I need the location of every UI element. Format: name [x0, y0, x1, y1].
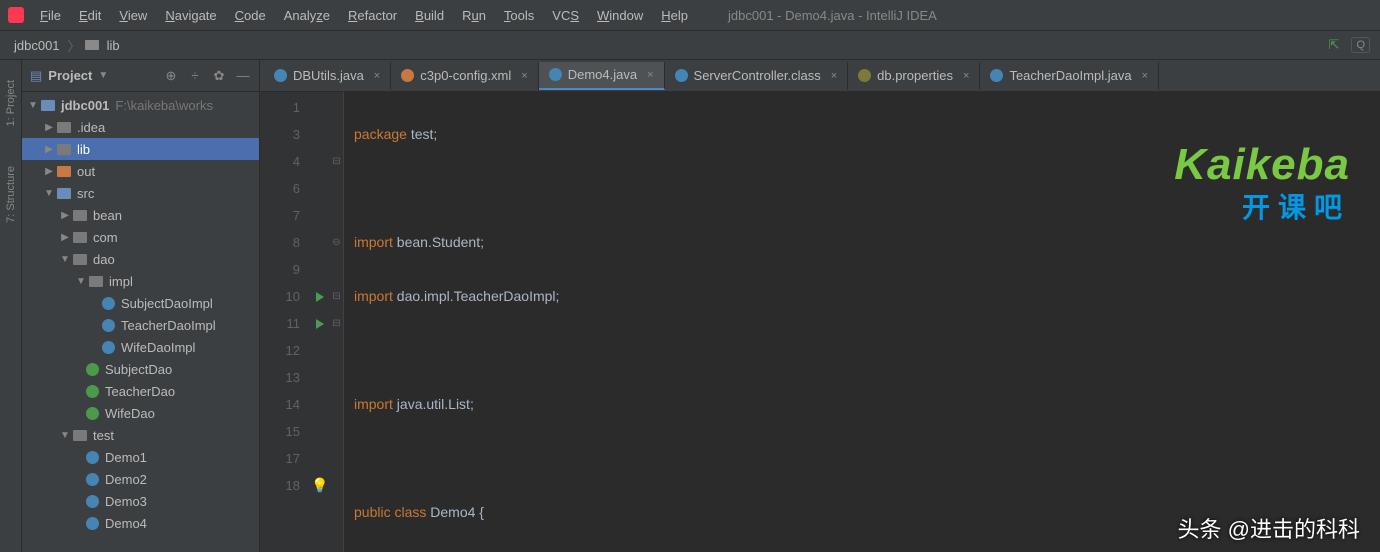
java-icon [990, 69, 1003, 82]
tree-root[interactable]: ▼jdbc001F:\kaikeba\works [22, 94, 259, 116]
menu-refactor[interactable]: Refactor [340, 4, 405, 27]
tree-wifedaoimpl[interactable]: WifeDaoImpl [22, 336, 259, 358]
hide-icon[interactable]: — [235, 68, 251, 84]
tree-impl[interactable]: ▼impl [22, 270, 259, 292]
tree-subjectdao[interactable]: SubjectDao [22, 358, 259, 380]
menu-navigate[interactable]: Navigate [157, 4, 224, 27]
locate-icon[interactable]: ⇱ [1329, 37, 1340, 53]
project-icon: ▤ [30, 68, 42, 84]
close-icon[interactable]: × [374, 70, 380, 82]
editor-area: DBUtils.java× c3p0-config.xml× Demo4.jav… [260, 60, 1380, 552]
tab-teacherdaoimpl[interactable]: TeacherDaoImpl.java× [980, 62, 1159, 90]
java-icon [274, 69, 287, 82]
code-view[interactable]: package test; import bean.Student; impor… [344, 92, 1380, 552]
tool-rail: 1: Project 7: Structure [0, 60, 22, 552]
tab-c3p0[interactable]: c3p0-config.xml× [391, 62, 538, 90]
java-icon [549, 68, 562, 81]
menu-code[interactable]: Code [227, 4, 274, 27]
menu-vcs[interactable]: VCS [544, 4, 587, 27]
sidebar-title[interactable]: Project [48, 68, 92, 83]
rail-structure[interactable]: 7: Structure [5, 166, 17, 223]
class-icon [675, 69, 688, 82]
menu-view[interactable]: View [111, 4, 155, 27]
tree-bean[interactable]: ▶bean [22, 204, 259, 226]
line-gutter: 13467891011121314151718 [260, 92, 310, 552]
menu-analyze[interactable]: Analyze [276, 4, 338, 27]
breadcrumb-sub[interactable]: lib [103, 38, 124, 53]
tree-demo3[interactable]: Demo3 [22, 490, 259, 512]
tree-com[interactable]: ▶com [22, 226, 259, 248]
sidebar-header: ▤ Project ▼ ⊕ ÷ ✿ — [22, 60, 259, 92]
rail-project[interactable]: 1: Project [5, 80, 17, 126]
chevron-down-icon[interactable]: ▼ [98, 70, 108, 81]
xml-icon [401, 69, 414, 82]
tree-dao[interactable]: ▼dao [22, 248, 259, 270]
menu-build[interactable]: Build [407, 4, 452, 27]
menu-file[interactable]: File [32, 4, 69, 27]
run-icon[interactable] [310, 310, 330, 337]
app-icon [8, 7, 24, 23]
tab-servercontroller[interactable]: ServerController.class× [665, 62, 849, 90]
close-icon[interactable]: × [831, 70, 837, 82]
menu-bar: File Edit View Navigate Code Analyze Ref… [0, 0, 1380, 30]
tree-wifedao[interactable]: WifeDao [22, 402, 259, 424]
tree-subjectdaoimpl[interactable]: SubjectDaoImpl [22, 292, 259, 314]
search-icon[interactable]: Q [1351, 37, 1370, 53]
breadcrumb-root[interactable]: jdbc001 [10, 38, 64, 53]
run-gutter: 💡 [310, 92, 330, 552]
tree-teacherdaoimpl[interactable]: TeacherDaoImpl [22, 314, 259, 336]
run-icon[interactable] [310, 283, 330, 310]
breadcrumb-sep: 〉 [64, 36, 85, 55]
tree-src[interactable]: ▼src [22, 182, 259, 204]
project-tree: ▼jdbc001F:\kaikeba\works ▶.idea ▶lib ▶ou… [22, 92, 259, 552]
props-icon [858, 69, 871, 82]
tab-dbutils[interactable]: DBUtils.java× [264, 62, 391, 90]
menu-window[interactable]: Window [589, 4, 651, 27]
crosshair-icon[interactable]: ⊕ [163, 68, 179, 84]
folder-icon [85, 40, 99, 50]
tree-teacherdao[interactable]: TeacherDao [22, 380, 259, 402]
tab-demo4[interactable]: Demo4.java× [539, 62, 665, 90]
tree-out[interactable]: ▶out [22, 160, 259, 182]
tree-demo1[interactable]: Demo1 [22, 446, 259, 468]
bulb-icon[interactable]: 💡 [310, 472, 330, 499]
menu-tools[interactable]: Tools [496, 4, 542, 27]
menu-help[interactable]: Help [653, 4, 696, 27]
editor-tabs: DBUtils.java× c3p0-config.xml× Demo4.jav… [260, 60, 1380, 92]
fold-gutter: ⊟⊖⊟⊟ [330, 92, 344, 552]
menu-edit[interactable]: Edit [71, 4, 109, 27]
close-icon[interactable]: × [963, 70, 969, 82]
window-title: jdbc001 - Demo4.java - IntelliJ IDEA [728, 8, 937, 23]
tree-demo2[interactable]: Demo2 [22, 468, 259, 490]
tree-test[interactable]: ▼test [22, 424, 259, 446]
collapse-icon[interactable]: ÷ [187, 68, 203, 84]
gear-icon[interactable]: ✿ [211, 68, 227, 84]
menu-run[interactable]: Run [454, 4, 494, 27]
tree-lib[interactable]: ▶lib [22, 138, 259, 160]
tree-demo4[interactable]: Demo4 [22, 512, 259, 534]
tree-idea[interactable]: ▶.idea [22, 116, 259, 138]
project-sidebar: ▤ Project ▼ ⊕ ÷ ✿ — ▼jdbc001F:\kaikeba\w… [22, 60, 260, 552]
close-icon[interactable]: × [1142, 70, 1148, 82]
tab-dbproperties[interactable]: db.properties× [848, 62, 980, 90]
close-icon[interactable]: × [647, 69, 653, 81]
editor-body[interactable]: 13467891011121314151718 💡 ⊟⊖⊟⊟ package t… [260, 92, 1380, 552]
close-icon[interactable]: × [521, 70, 527, 82]
breadcrumb-bar: jdbc001 〉 lib ⇱ Q [0, 30, 1380, 60]
